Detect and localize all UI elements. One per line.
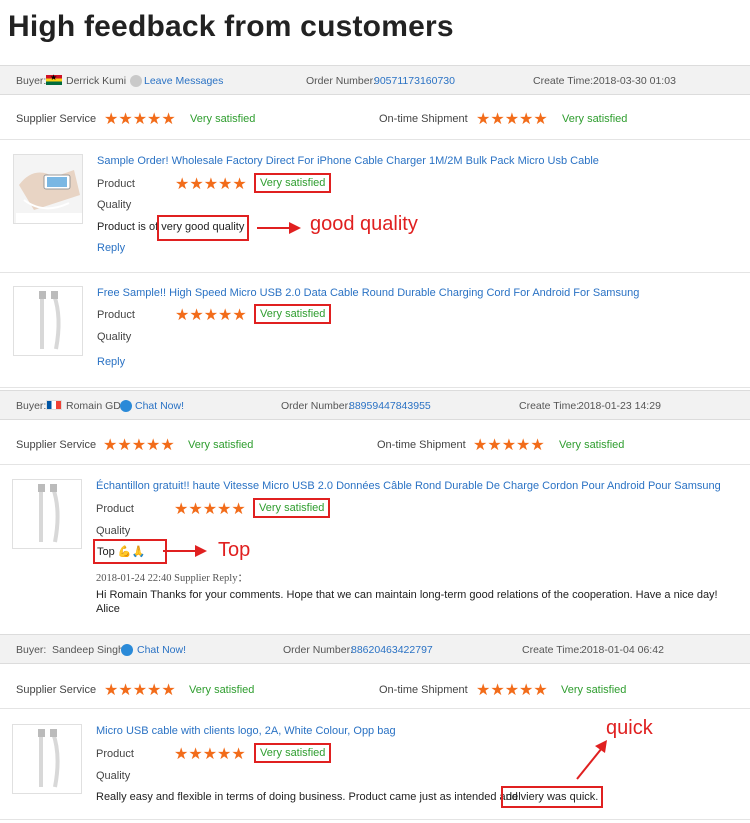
comment-highlight: delviery was quick. <box>501 786 604 808</box>
product-title-link[interactable]: Free Sample!! High Speed Micro USB 2.0 D… <box>97 287 639 299</box>
supplier-reply-meta: 2018-01-24 22:40 Supplier Reply： <box>96 573 248 584</box>
supplier-service-label: Supplier Service <box>16 113 97 125</box>
star-rating-icon: ★★★★★ <box>476 680 548 699</box>
product-thumbnail[interactable] <box>13 286 83 356</box>
satisfaction-highlight: Very satisfied <box>253 498 331 518</box>
order-number-link[interactable]: 88959447843955 <box>349 400 431 412</box>
star-rating-icon: ★★★★★ <box>104 109 176 128</box>
order-meta-bar: Buyer: Derrick Kumi Leave Messages Order… <box>0 65 750 95</box>
message-icon[interactable] <box>126 75 146 88</box>
quality-label: Quality <box>96 525 131 537</box>
create-time-label: Create Time: <box>522 644 583 656</box>
satisfaction-highlight: Very satisfied <box>254 173 332 193</box>
annotation-text: Top <box>218 539 251 561</box>
star-rating-icon: ★★★★★ <box>174 744 246 763</box>
annotation-text: good quality <box>310 213 418 235</box>
buyer-label: Buyer: <box>16 400 47 412</box>
satisfaction-text: Very satisfied <box>190 113 256 125</box>
comment-highlight-box <box>157 215 249 241</box>
product-thumbnail[interactable] <box>12 724 82 794</box>
service-rating-row: Supplier Service ★★★★★ Very satisfied On… <box>0 421 750 465</box>
star-rating-icon: ★★★★★ <box>103 435 175 454</box>
create-time-label: Create Time: <box>533 75 594 87</box>
buyer-label: Buyer: <box>16 644 47 656</box>
star-rating-icon: ★★★★★ <box>473 435 545 454</box>
chat-bubble-icon[interactable] <box>117 644 137 657</box>
ontime-shipment-label: On-time Shipment <box>377 439 466 451</box>
ontime-shipment-label: On-time Shipment <box>379 113 468 125</box>
product-thumbnail[interactable] <box>13 154 83 224</box>
product-title-link[interactable]: Échantillon gratuit!! haute Vitesse Micr… <box>96 480 721 492</box>
order-number-link[interactable]: 88620463422797 <box>351 644 433 656</box>
france-flag-icon <box>46 400 62 410</box>
product-thumbnail[interactable] <box>12 479 82 549</box>
order-number-link[interactable]: 90571173160730 <box>374 75 455 87</box>
supplier-service-label: Supplier Service <box>16 439 97 451</box>
product-label: Product <box>97 309 135 321</box>
chat-now-link[interactable]: Chat Now! <box>137 644 186 656</box>
satisfaction-text: Very satisfied <box>189 684 255 696</box>
ghana-flag-icon <box>46 73 62 85</box>
star-rating-icon: ★★★★★ <box>476 109 548 128</box>
supplier-service-label: Supplier Service <box>16 684 97 696</box>
product-label: Product <box>96 503 134 515</box>
supplier-reply-signature: Alice <box>96 603 120 615</box>
star-rating-icon: ★★★★★ <box>174 499 246 518</box>
create-time-value: 2018-01-04 06:42 <box>581 644 664 656</box>
leave-messages-link[interactable]: Leave Messages <box>144 75 223 87</box>
reply-link[interactable]: Reply <box>97 242 125 254</box>
product-label: Product <box>96 748 134 760</box>
order-number-label: Order Number: <box>281 400 352 412</box>
reply-link[interactable]: Reply <box>97 356 125 368</box>
create-time-value: 2018-03-30 01:03 <box>593 75 676 87</box>
buyer-name: Derrick Kumi <box>66 75 127 87</box>
satisfaction-highlight: Very satisfied <box>254 743 332 763</box>
product-review: Micro USB cable with clients logo, 2A, W… <box>0 710 750 820</box>
arrow-up-right-icon <box>576 740 607 780</box>
satisfaction-text: Very satisfied <box>559 439 625 451</box>
order-meta-bar: Buyer: Romain GD Chat Now! Order Number:… <box>0 390 750 420</box>
arrow-right-icon <box>257 222 301 234</box>
star-rating-icon: ★★★★★ <box>175 174 247 193</box>
arrow-right-icon <box>163 545 207 557</box>
chat-bubble-icon[interactable] <box>116 400 136 413</box>
page-title: High feedback from customers <box>8 10 454 43</box>
product-review: Free Sample!! High Speed Micro USB 2.0 D… <box>0 274 750 388</box>
buyer-name: Sandeep Singh <box>52 644 124 656</box>
buyer-comment: Really easy and flexible in terms of doi… <box>96 791 518 803</box>
product-title-link[interactable]: Sample Order! Wholesale Factory Direct F… <box>97 155 599 167</box>
satisfaction-text: Very satisfied <box>561 684 627 696</box>
satisfaction-text: Very satisfied <box>562 113 628 125</box>
product-review: Échantillon gratuit!! haute Vitesse Micr… <box>0 466 750 633</box>
annotation-text: quick <box>606 717 653 739</box>
order-meta-bar: Buyer: Sandeep Singh Chat Now! Order Num… <box>0 634 750 664</box>
buyer-info <box>46 73 66 87</box>
create-time-value: 2018-01-23 14:29 <box>578 400 661 412</box>
chat-now-link[interactable]: Chat Now! <box>135 400 184 412</box>
quality-label: Quality <box>97 331 132 343</box>
buyer-info <box>46 400 66 412</box>
quality-label: Quality <box>96 770 131 782</box>
create-time-label: Create Time: <box>519 400 580 412</box>
satisfaction-text: Very satisfied <box>188 439 254 451</box>
star-rating-icon: ★★★★★ <box>175 305 247 324</box>
order-number-label: Order Number: <box>306 75 377 87</box>
buyer-label: Buyer: <box>16 75 47 87</box>
supplier-reply-text: Hi Romain Thanks for your comments. Hope… <box>96 589 718 601</box>
quality-label: Quality <box>97 199 132 211</box>
service-rating-row: Supplier Service ★★★★★ Very satisfied On… <box>0 665 750 709</box>
order-number-label: Order Number: <box>283 644 354 656</box>
ontime-shipment-label: On-time Shipment <box>379 684 468 696</box>
product-title-link[interactable]: Micro USB cable with clients logo, 2A, W… <box>96 725 396 737</box>
product-label: Product <box>97 178 135 190</box>
satisfaction-highlight: Very satisfied <box>254 304 332 324</box>
product-review: Sample Order! Wholesale Factory Direct F… <box>0 141 750 273</box>
buyer-comment: Top 💪🙏 <box>93 539 168 564</box>
service-rating-row: Supplier Service ★★★★★ Very satisfied On… <box>0 96 750 140</box>
buyer-name: Romain GD <box>66 400 121 412</box>
star-rating-icon: ★★★★★ <box>104 680 176 699</box>
